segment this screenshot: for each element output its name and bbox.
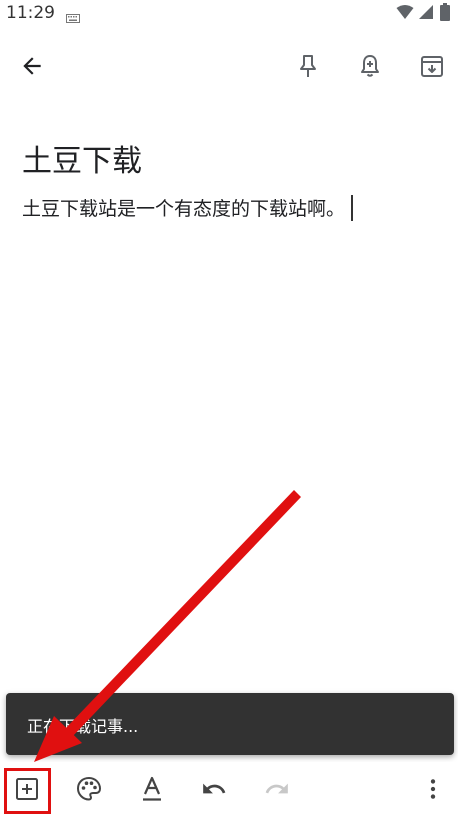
status-time: 11:29: [6, 3, 55, 23]
battery-icon: [440, 3, 450, 25]
annotation-highlight-box: [4, 768, 51, 814]
text-cursor: [351, 194, 353, 221]
pin-icon: [296, 53, 320, 83]
reminder-bell-icon: [358, 53, 382, 83]
reminder-button[interactable]: [350, 48, 390, 88]
back-arrow-icon: [19, 53, 45, 83]
text-format-button[interactable]: [137, 776, 167, 806]
redo-button[interactable]: [262, 776, 292, 806]
top-toolbar: [0, 40, 458, 96]
bottom-action-bar: [0, 762, 458, 820]
snackbar-message: 正在下载记事...: [27, 717, 139, 736]
undo-button[interactable]: [199, 776, 229, 806]
text-format-icon: [139, 775, 165, 807]
wifi-icon: [396, 4, 414, 24]
palette-icon: [75, 775, 103, 807]
back-button[interactable]: [12, 48, 52, 88]
keyboard-icon: [66, 8, 80, 27]
color-button[interactable]: [74, 776, 104, 806]
signal-icon: [418, 4, 434, 24]
pin-button[interactable]: [288, 48, 328, 88]
snackbar: 正在下载记事...: [6, 693, 454, 755]
more-vert-icon: [420, 776, 446, 806]
status-bar: 11:29: [0, 0, 458, 26]
archive-icon: [419, 53, 445, 83]
redo-icon: [264, 776, 290, 806]
note-body[interactable]: 土豆下载站是一个有态度的下载站啊。: [22, 194, 353, 221]
note-body-text: 土豆下载站是一个有态度的下载站啊。: [22, 198, 346, 220]
archive-button[interactable]: [412, 48, 452, 88]
note-title[interactable]: 土豆下载: [22, 136, 142, 180]
more-options-button[interactable]: [418, 776, 448, 806]
note-editor-screen: 11:29 土豆下载 土豆下载站是一个有态度的下载站啊。 正在下载记事...: [0, 0, 458, 820]
undo-icon: [201, 776, 227, 806]
